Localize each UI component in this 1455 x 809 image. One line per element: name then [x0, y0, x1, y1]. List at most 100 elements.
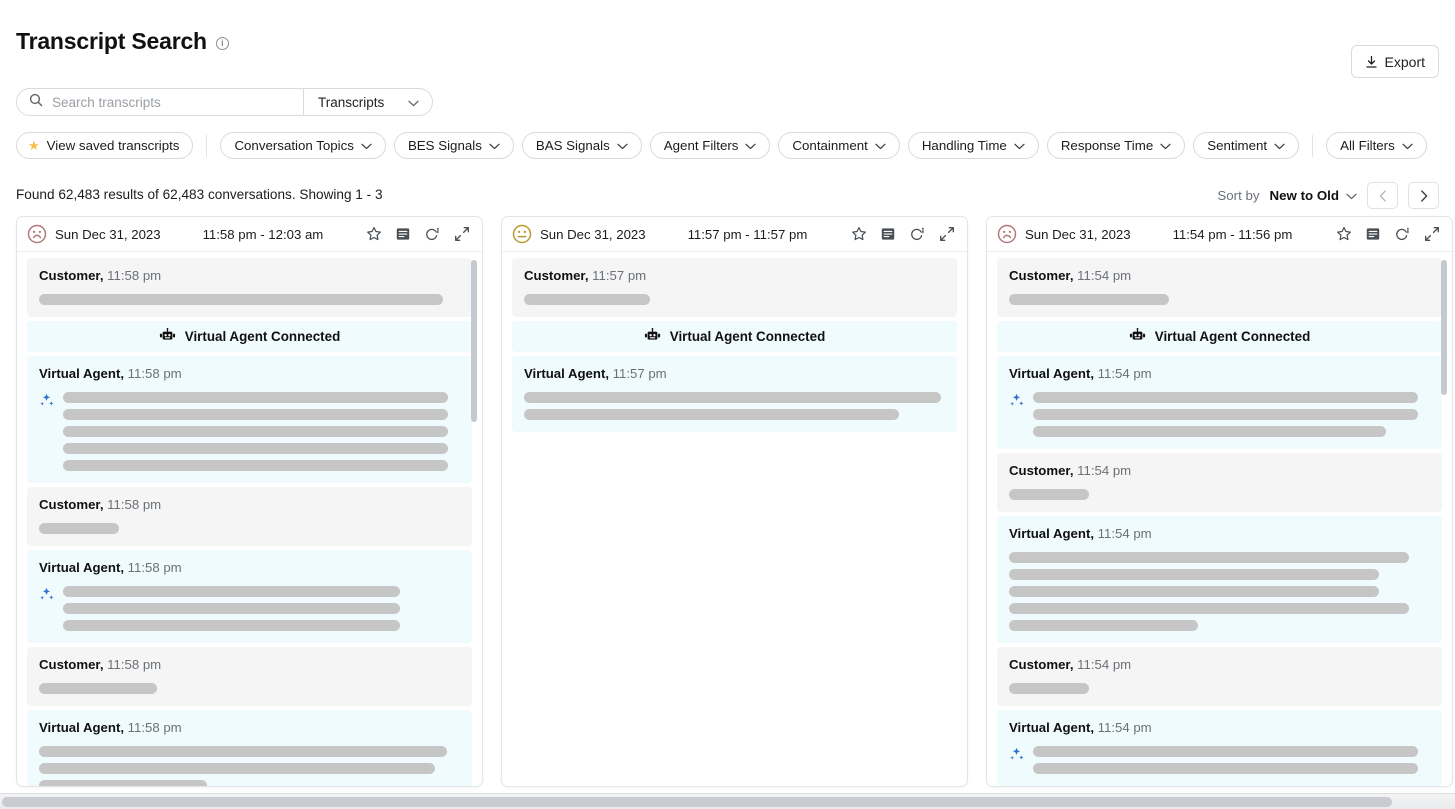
next-page-button[interactable] — [1408, 182, 1439, 209]
transcript-card-header: Sun Dec 31, 2023 11:58 pm - 12:03 am — [17, 217, 482, 252]
filter-chip-sentiment[interactable]: Sentiment — [1193, 132, 1299, 159]
transcript-time-range: 11:58 pm - 12:03 am — [203, 227, 324, 242]
message-time: 11:54 pm — [1094, 720, 1152, 735]
message-customer: Customer, 11:58 pm — [27, 487, 472, 546]
expand-icon[interactable] — [454, 226, 470, 242]
filter-chip-label: Containment — [792, 138, 867, 153]
message-agent: Virtual Agent, 11:54 pm — [997, 356, 1442, 449]
robot-icon — [159, 328, 176, 346]
all-filters-chip[interactable]: All Filters — [1326, 132, 1427, 159]
redacted-text-lines — [63, 392, 460, 471]
notes-icon[interactable] — [880, 226, 896, 242]
message-time: 11:57 pm — [589, 268, 647, 283]
virtual-agent-connected-label: Virtual Agent Connected — [1155, 329, 1311, 344]
filter-chip-handling-time[interactable]: Handling Time — [908, 132, 1039, 159]
chevron-down-icon — [408, 95, 419, 110]
message-body — [1009, 489, 1430, 500]
filter-chip-bes-signals[interactable]: BES Signals — [394, 132, 514, 159]
message-header: Customer, 11:54 pm — [1009, 268, 1430, 283]
redacted-text-lines — [1009, 294, 1430, 305]
previous-page-button[interactable] — [1367, 182, 1398, 209]
ai-sparkle-icon — [1009, 747, 1024, 767]
robot-icon — [1129, 328, 1146, 346]
filter-chip-response-time[interactable]: Response Time — [1047, 132, 1185, 159]
transcript-card-body: Customer, 11:58 pmVirtual Agent Connecte… — [17, 252, 482, 786]
message-agent: Virtual Agent, 11:54 pm — [997, 710, 1442, 786]
card-scrollbar-thumb[interactable] — [1441, 260, 1447, 395]
view-saved-transcripts-label: View saved transcripts — [47, 138, 180, 153]
filter-chip-label: Conversation Topics — [234, 138, 354, 153]
view-saved-transcripts-chip[interactable]: ★ View saved transcripts — [16, 132, 193, 159]
transcript-date: Sun Dec 31, 2023 — [1025, 227, 1131, 242]
filter-chip-bas-signals[interactable]: BAS Signals — [522, 132, 642, 159]
sentiment-negative-icon — [27, 224, 55, 244]
bookmark-icon[interactable] — [1336, 226, 1352, 242]
redacted-line — [63, 603, 400, 614]
sort-by-select[interactable]: New to Old — [1270, 188, 1357, 203]
redacted-line — [524, 409, 899, 420]
redacted-line — [39, 294, 443, 305]
filter-chip-label: Response Time — [1061, 138, 1153, 153]
message-time: 11:58 pm — [104, 268, 162, 283]
transcript-date: Sun Dec 31, 2023 — [540, 227, 646, 242]
sentiment-negative-icon — [997, 224, 1025, 244]
horizontal-scrollbar-thumb[interactable] — [2, 797, 1392, 807]
message-header: Virtual Agent, 11:58 pm — [39, 720, 460, 735]
filter-row: ★ View saved transcripts Conversation To… — [16, 132, 1427, 159]
chevron-down-icon — [1160, 138, 1171, 153]
message-time: 11:58 pm — [124, 366, 182, 381]
refresh-info-icon[interactable] — [424, 226, 441, 242]
message-customer: Customer, 11:54 pm — [997, 258, 1442, 317]
notes-icon[interactable] — [1365, 226, 1381, 242]
redacted-line — [1033, 392, 1418, 403]
redacted-line — [1009, 683, 1089, 694]
redacted-line — [1033, 746, 1418, 757]
search-pill — [16, 88, 304, 116]
search-input[interactable] — [52, 95, 293, 110]
filter-chip-containment[interactable]: Containment — [778, 132, 899, 159]
transcript-card-body: Customer, 11:57 pmVirtual Agent Connecte… — [502, 252, 967, 786]
notes-icon[interactable] — [395, 226, 411, 242]
redacted-line — [39, 746, 447, 757]
redacted-line — [1009, 620, 1198, 631]
redacted-line — [524, 294, 650, 305]
redacted-text-lines — [1009, 683, 1430, 694]
info-icon[interactable]: i — [216, 37, 229, 50]
redacted-line — [1033, 763, 1418, 774]
card-scrollbar-thumb[interactable] — [471, 260, 477, 422]
filter-chip-conversation-topics[interactable]: Conversation Topics — [220, 132, 386, 159]
message-header: Virtual Agent, 11:58 pm — [39, 560, 460, 575]
search-row: Transcripts — [16, 88, 433, 116]
sentiment-neutral-icon — [512, 224, 540, 244]
chevron-down-icon — [489, 138, 500, 153]
message-speaker: Customer, — [39, 268, 104, 283]
export-button[interactable]: Export — [1351, 45, 1439, 78]
horizontal-scrollbar[interactable] — [0, 793, 1455, 809]
message-time: 11:58 pm — [124, 560, 182, 575]
message-body — [1009, 683, 1430, 694]
redacted-text-lines — [39, 683, 460, 694]
expand-icon[interactable] — [939, 226, 955, 242]
bookmark-icon[interactable] — [851, 226, 867, 242]
transcripts-scope-select[interactable]: Transcripts — [304, 88, 433, 116]
sort-by-value: New to Old — [1270, 188, 1339, 203]
redacted-line — [1009, 552, 1409, 563]
filter-chip-agent-filters[interactable]: Agent Filters — [650, 132, 771, 159]
robot-icon — [644, 328, 661, 346]
message-body — [1009, 552, 1430, 631]
message-time: 11:58 pm — [124, 720, 182, 735]
expand-icon[interactable] — [1424, 226, 1440, 242]
message-speaker: Virtual Agent, — [1009, 720, 1094, 735]
message-agent: Virtual Agent, 11:58 pm — [27, 710, 472, 786]
message-customer: Customer, 11:58 pm — [27, 258, 472, 317]
redacted-line — [524, 392, 941, 403]
refresh-info-icon[interactable] — [1394, 226, 1411, 242]
transcript-date: Sun Dec 31, 2023 — [55, 227, 161, 242]
refresh-info-icon[interactable] — [909, 226, 926, 242]
message-time: 11:54 pm — [1094, 526, 1152, 541]
message-header: Virtual Agent, 11:54 pm — [1009, 526, 1430, 541]
bookmark-icon[interactable] — [366, 226, 382, 242]
message-time: 11:54 pm — [1074, 463, 1132, 478]
message-list: Customer, 11:58 pmVirtual Agent Connecte… — [17, 258, 482, 786]
redacted-text-lines — [1009, 489, 1430, 500]
